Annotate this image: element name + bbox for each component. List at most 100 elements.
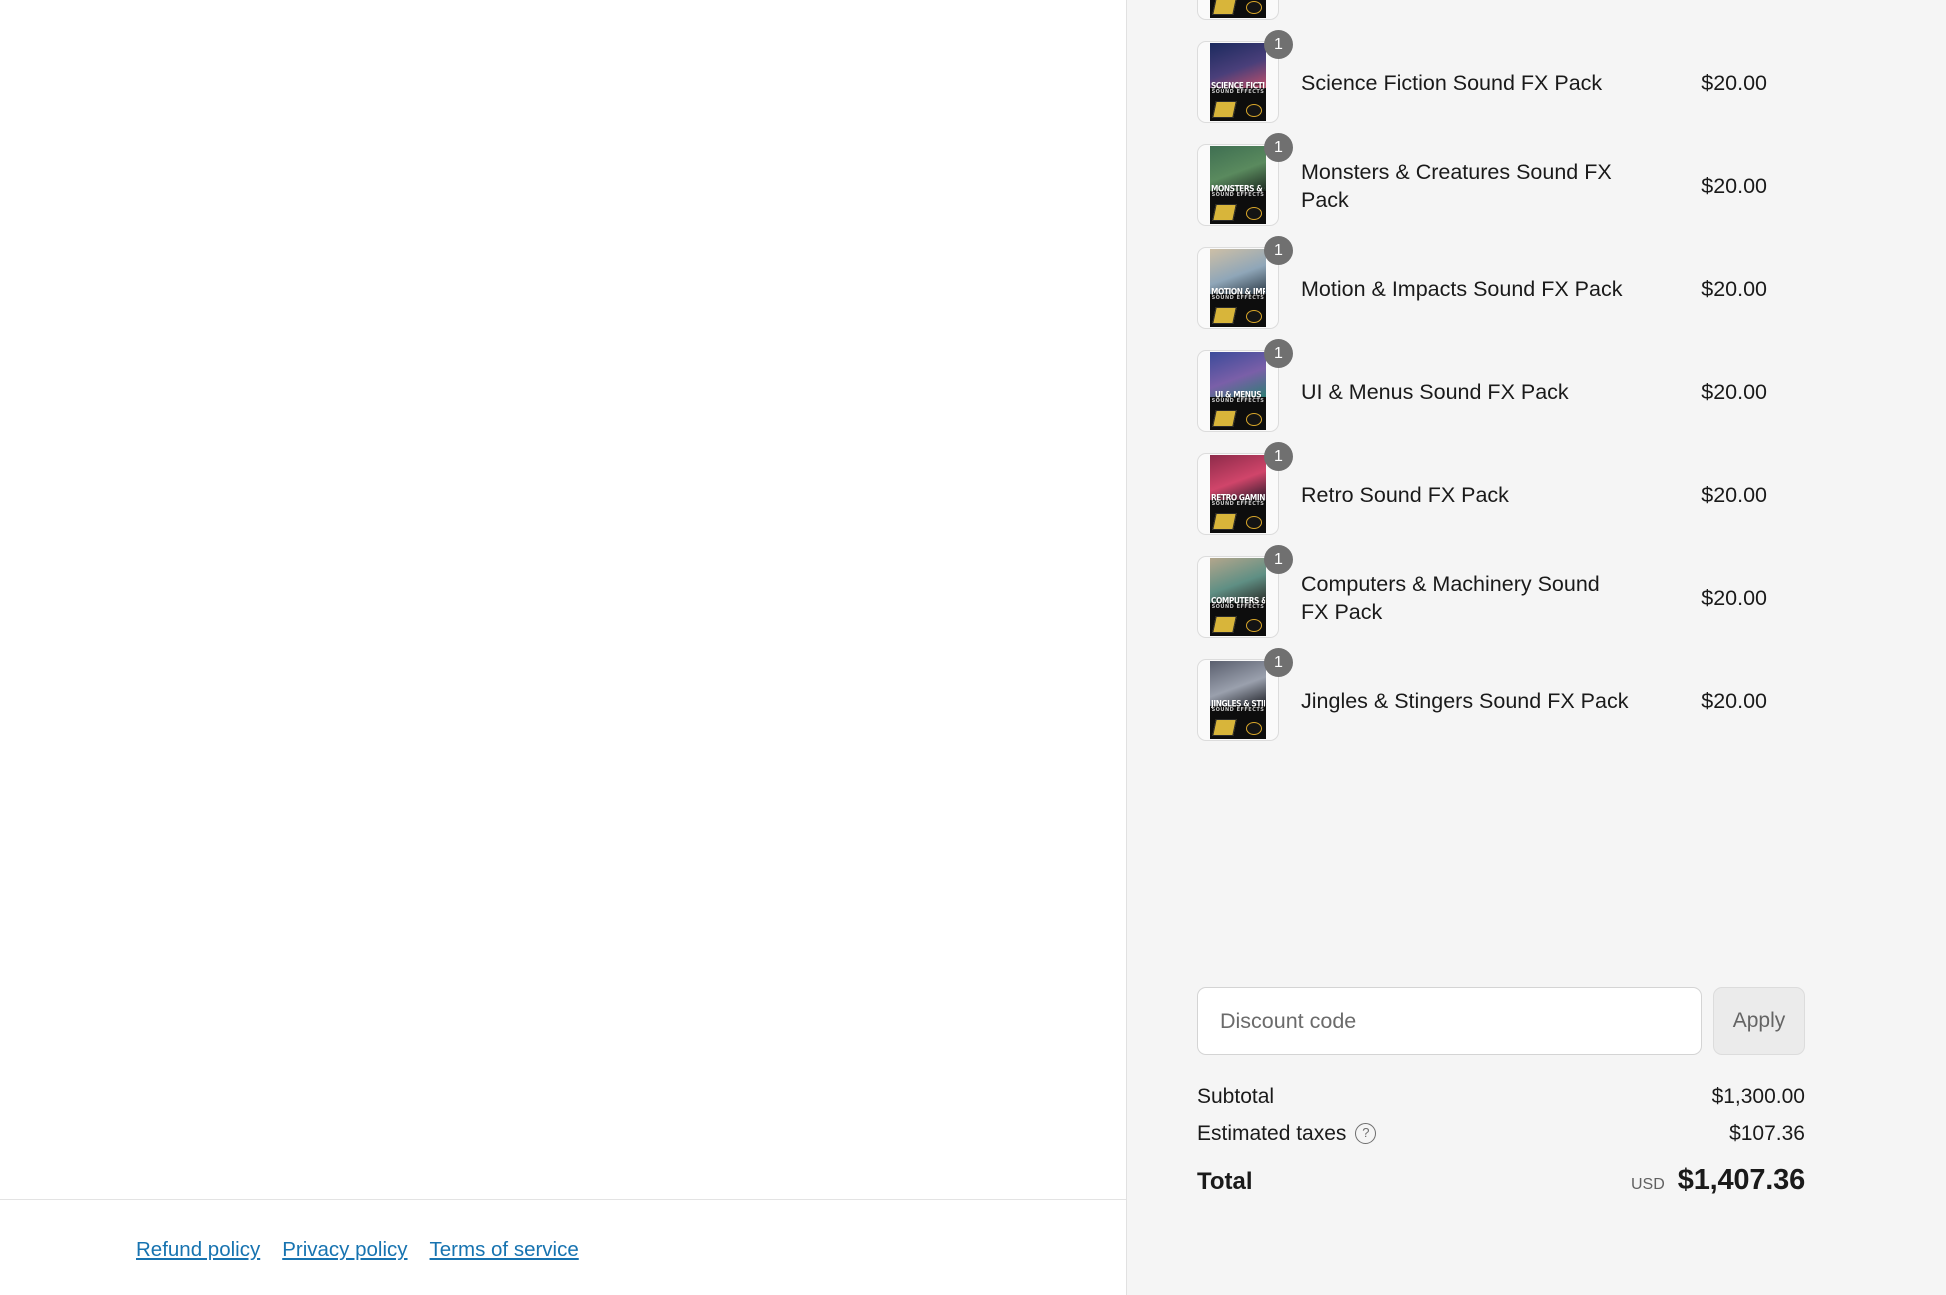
- line-item-price: $20.00: [1647, 69, 1767, 97]
- cover-title-text: MONSTERS & CREATURES: [1211, 184, 1265, 193]
- line-item-price: $20.00: [1647, 378, 1767, 406]
- subtotal-label: Subtotal: [1197, 1085, 1274, 1109]
- cover-chip-icon: [1212, 410, 1237, 427]
- product-thumbnail: SCIENCE FICTIONSOUND EFFECTS1: [1197, 41, 1281, 125]
- product-thumbnail: RETRO GAMINGSOUND EFFECTS1: [1197, 453, 1281, 537]
- product-thumbnail: MONSTERS & CREATURESSOUND EFFECTS1: [1197, 144, 1281, 228]
- cover-seal-icon: [1246, 516, 1262, 529]
- apply-discount-button[interactable]: Apply: [1713, 987, 1805, 1055]
- line-item-price: $20.00: [1647, 584, 1767, 612]
- terms-of-service-link[interactable]: Terms of service: [430, 1237, 579, 1263]
- cover-title-text: UI & MENUS: [1211, 390, 1265, 399]
- privacy-policy-link[interactable]: Privacy policy: [282, 1237, 407, 1263]
- cover-title-text: RETRO GAMING: [1211, 493, 1265, 502]
- cover-chip-icon: [1212, 204, 1237, 221]
- grand-total-currency: USD: [1631, 1176, 1665, 1194]
- line-item-price: $20.00: [1647, 172, 1767, 200]
- product-thumbnail: JINGLES & STINGERSSOUND EFFECTS1: [1197, 659, 1281, 743]
- line-item-title: Jingles & Stingers Sound FX Pack: [1281, 687, 1647, 715]
- quantity-badge: 1: [1264, 339, 1293, 368]
- line-item: MONSTERS & CREATURESSOUND EFFECTS1Monste…: [1197, 134, 1805, 237]
- cover-subtitle-text: SOUND EFFECTS: [1211, 295, 1265, 301]
- checkout-form-pane: Refund policy Privacy policy Terms of se…: [0, 0, 1126, 1295]
- cover-subtitle-text: SOUND EFFECTS: [1211, 604, 1265, 610]
- cover-subtitle-text: SOUND EFFECTS: [1211, 501, 1265, 507]
- line-item: JINGLES & STINGERSSOUND EFFECTS1Jingles …: [1197, 649, 1805, 752]
- cover-seal-icon: [1246, 104, 1262, 117]
- quantity-badge: 1: [1264, 133, 1293, 162]
- subtotal-value: $1,300.00: [1712, 1085, 1805, 1109]
- cover-title-text: SCIENCE FICTION: [1211, 81, 1265, 90]
- order-summary-pane: MEDIEVALSOUND EFFECTS1Medieval Fantasy S…: [1126, 0, 1946, 1295]
- cover-seal-icon: [1246, 413, 1262, 426]
- subtotal-row: Subtotal $1,300.00: [1197, 1078, 1805, 1115]
- thumbnail-frame: MEDIEVALSOUND EFFECTS: [1197, 0, 1279, 20]
- cover-seal-icon: [1246, 207, 1262, 220]
- product-thumbnail: UI & MENUSSOUND EFFECTS1: [1197, 350, 1281, 434]
- line-item-title: Motion & Impacts Sound FX Pack: [1281, 275, 1647, 303]
- cover-seal-icon: [1246, 722, 1262, 735]
- cover-seal-icon: [1246, 310, 1262, 323]
- line-item: UI & MENUSSOUND EFFECTS1UI & Menus Sound…: [1197, 340, 1805, 443]
- cover-title-text: JINGLES & STINGERS: [1211, 699, 1265, 708]
- product-cover-art: UI & MENUSSOUND EFFECTS: [1210, 352, 1266, 430]
- cover-subtitle-text: SOUND EFFECTS: [1211, 707, 1265, 713]
- line-item-title: Computers & Machinery Sound FX Pack: [1281, 570, 1647, 626]
- line-item-title: Science Fiction Sound FX Pack: [1281, 69, 1647, 97]
- product-cover-art: RETRO GAMINGSOUND EFFECTS: [1210, 455, 1266, 533]
- cover-title-text: COMPUTERS & MACHINES: [1211, 596, 1265, 605]
- checkout-page: Refund policy Privacy policy Terms of se…: [0, 0, 1946, 1295]
- cover-chip-icon: [1212, 719, 1237, 736]
- cover-chip-icon: [1212, 0, 1237, 15]
- grand-total-value: $1,407.36: [1678, 1164, 1805, 1197]
- cover-seal-icon: [1246, 1, 1262, 14]
- quantity-badge: 1: [1264, 545, 1293, 574]
- discount-code-input[interactable]: [1197, 987, 1702, 1055]
- grand-total-row: Total USD $1,407.36: [1197, 1164, 1805, 1197]
- cover-seal-icon: [1246, 619, 1262, 632]
- line-item: COMPUTERS & MACHINESSOUND EFFECTS1Comput…: [1197, 546, 1805, 649]
- cover-chip-icon: [1212, 616, 1237, 633]
- quantity-badge: 1: [1264, 442, 1293, 471]
- quantity-badge: 1: [1264, 648, 1293, 677]
- line-item-price: $20.00: [1647, 481, 1767, 509]
- line-item-price: $20.00: [1647, 275, 1767, 303]
- order-totals: Subtotal $1,300.00 Estimated taxes ? $10…: [1197, 1078, 1805, 1197]
- order-line-items-list: MEDIEVALSOUND EFFECTS1Medieval Fantasy S…: [1197, 0, 1805, 752]
- grand-total-label: Total: [1197, 1168, 1253, 1196]
- line-item: MEDIEVALSOUND EFFECTS1Medieval Fantasy S…: [1197, 0, 1805, 31]
- product-cover-art: MONSTERS & CREATURESSOUND EFFECTS: [1210, 146, 1266, 224]
- cover-title-text: MOTION & IMPACTS: [1211, 287, 1265, 296]
- line-item-title: Retro Sound FX Pack: [1281, 481, 1647, 509]
- line-item-price: $20.00: [1647, 687, 1767, 715]
- estimated-taxes-row: Estimated taxes ? $107.36: [1197, 1115, 1805, 1152]
- footer-policy-links: Refund policy Privacy policy Terms of se…: [136, 1237, 579, 1263]
- cover-subtitle-text: SOUND EFFECTS: [1211, 398, 1265, 404]
- cover-subtitle-text: SOUND EFFECTS: [1211, 192, 1265, 198]
- line-item: RETRO GAMINGSOUND EFFECTS1Retro Sound FX…: [1197, 443, 1805, 546]
- product-thumbnail: COMPUTERS & MACHINESSOUND EFFECTS1: [1197, 556, 1281, 640]
- product-thumbnail: MOTION & IMPACTSSOUND EFFECTS1: [1197, 247, 1281, 331]
- line-item-title: Monsters & Creatures Sound FX Pack: [1281, 158, 1647, 214]
- product-thumbnail: MEDIEVALSOUND EFFECTS1: [1197, 0, 1281, 22]
- cover-subtitle-text: SOUND EFFECTS: [1211, 89, 1265, 95]
- estimated-taxes-text: Estimated taxes: [1197, 1122, 1346, 1146]
- quantity-badge: 1: [1264, 30, 1293, 59]
- cover-chip-icon: [1212, 307, 1237, 324]
- product-cover-art: COMPUTERS & MACHINESSOUND EFFECTS: [1210, 558, 1266, 636]
- line-item: SCIENCE FICTIONSOUND EFFECTS1Science Fic…: [1197, 31, 1805, 134]
- cover-chip-icon: [1212, 101, 1237, 118]
- line-item-title: UI & Menus Sound FX Pack: [1281, 378, 1647, 406]
- cover-chip-icon: [1212, 513, 1237, 530]
- estimated-taxes-value: $107.36: [1729, 1122, 1805, 1146]
- product-cover-art: MEDIEVALSOUND EFFECTS: [1210, 0, 1266, 18]
- estimated-taxes-label: Estimated taxes ?: [1197, 1122, 1376, 1146]
- footer-divider: [0, 1199, 1126, 1200]
- refund-policy-link[interactable]: Refund policy: [136, 1237, 260, 1263]
- product-cover-art: SCIENCE FICTIONSOUND EFFECTS: [1210, 43, 1266, 121]
- help-question-icon[interactable]: ?: [1355, 1123, 1376, 1144]
- quantity-badge: 1: [1264, 236, 1293, 265]
- line-item: MOTION & IMPACTSSOUND EFFECTS1Motion & I…: [1197, 237, 1805, 340]
- grand-total-amount-group: USD $1,407.36: [1631, 1164, 1805, 1197]
- discount-code-row: Apply: [1197, 987, 1805, 1055]
